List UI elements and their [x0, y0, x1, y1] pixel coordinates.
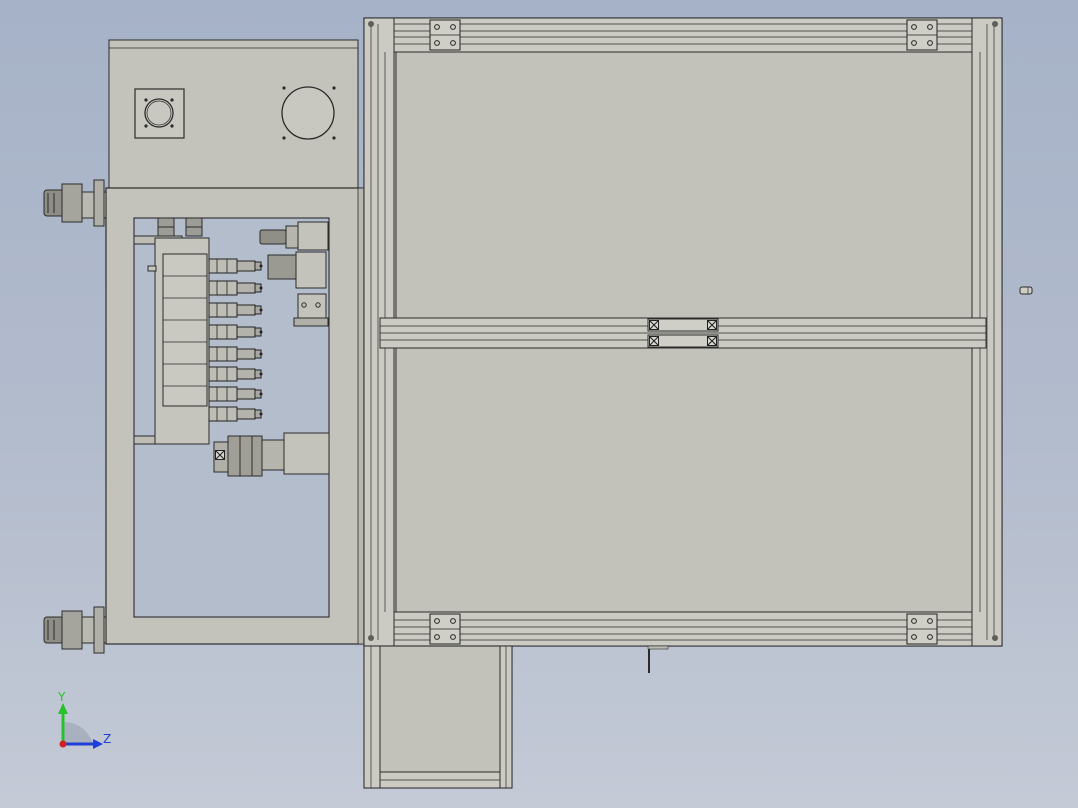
- edge-pin: [1019, 286, 1033, 295]
- fan-flange-square: [134, 88, 185, 139]
- z-axis-label: Z: [103, 732, 111, 746]
- cad-viewport[interactable]: Y Z: [0, 0, 1078, 808]
- caster-bottom: [43, 606, 107, 654]
- bottom-panel[interactable]: [395, 347, 973, 613]
- coordinate-triad[interactable]: Y Z: [57, 690, 111, 749]
- control-cabinet[interactable]: [43, 39, 365, 654]
- top-panel[interactable]: [395, 51, 973, 319]
- bottom-extension-frame[interactable]: [363, 645, 513, 789]
- caster-top: [43, 179, 107, 227]
- y-axis-label: Y: [57, 690, 66, 704]
- aluminum-frame-assembly[interactable]: [363, 17, 1003, 673]
- triad-origin: [59, 740, 67, 748]
